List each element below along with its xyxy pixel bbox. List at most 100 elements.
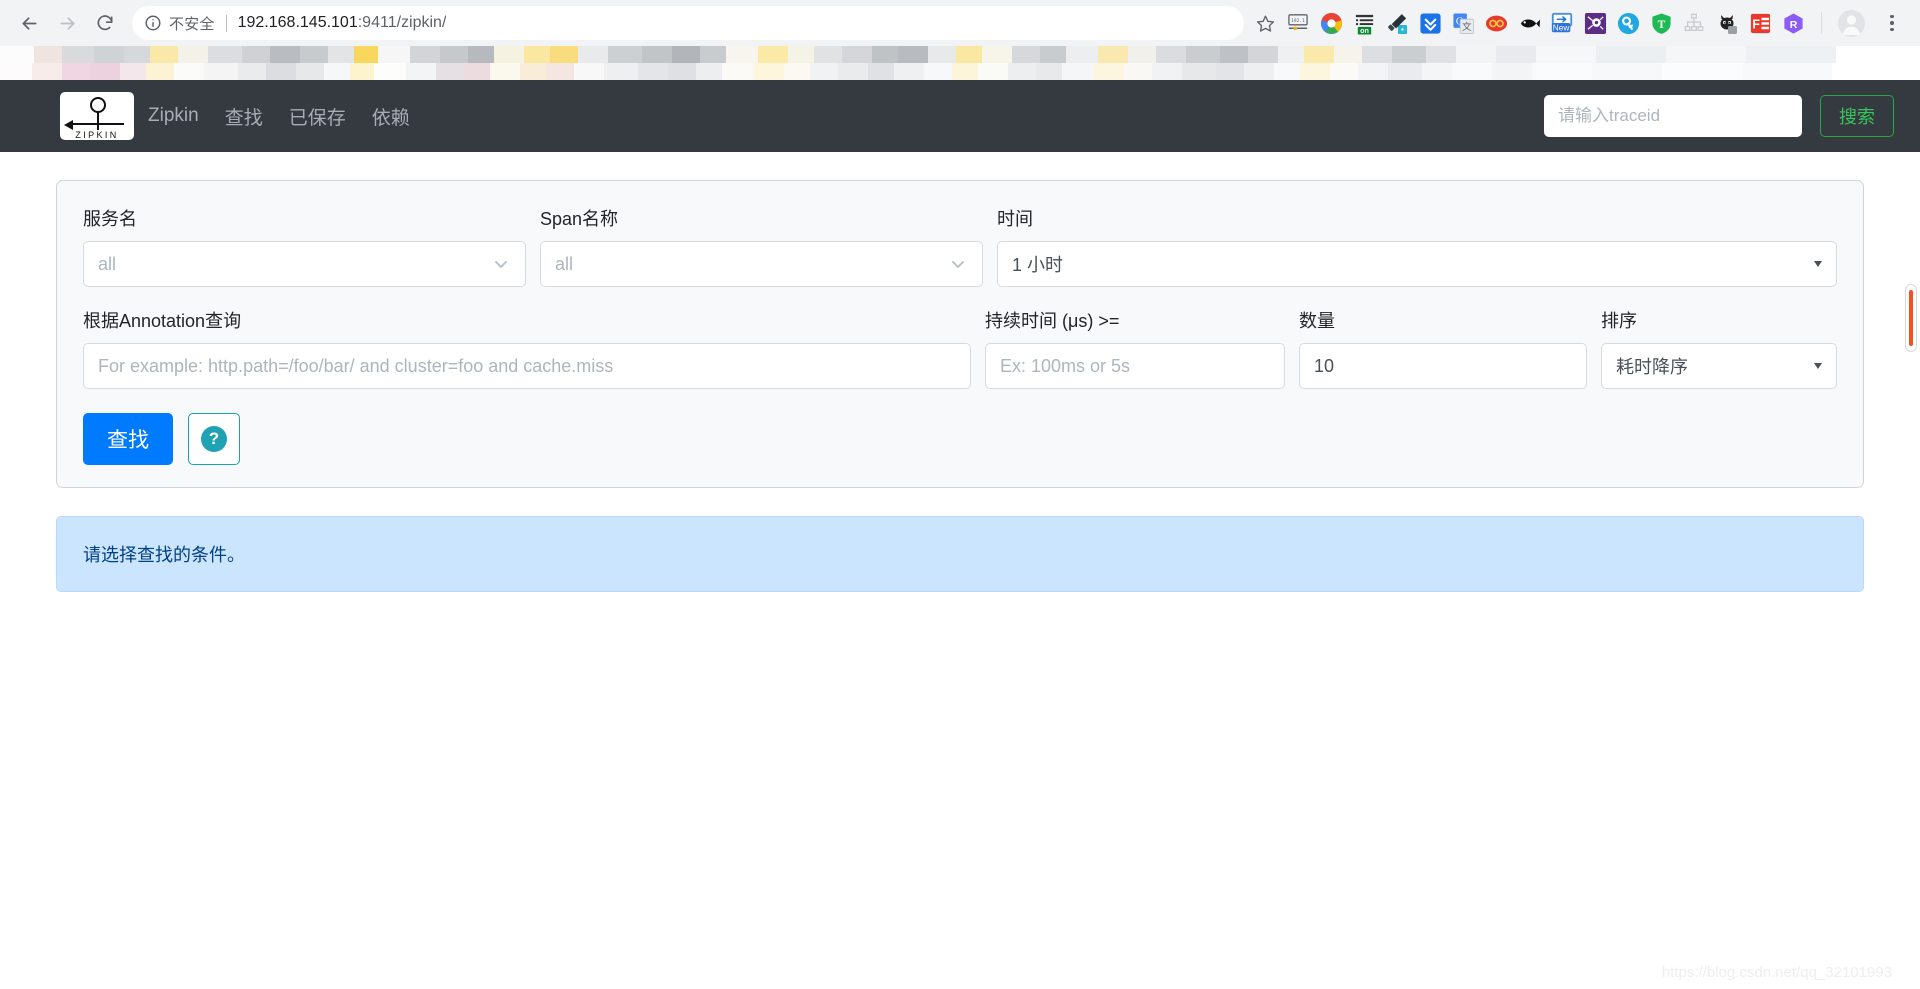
svg-text:T: T	[1657, 18, 1665, 30]
chevron-down-icon	[948, 254, 968, 274]
logo-arrow-line	[71, 123, 124, 126]
bookmarks-bar-blurred	[0, 46, 1920, 80]
search-form-row-1: 服务名 all Span名称 all 时间 1 小时	[83, 205, 1837, 287]
omnibox-divider	[225, 14, 227, 32]
address-bar[interactable]: 不安全 192.168.145.101:9411/zipkin/	[132, 6, 1244, 40]
bookmarks-blur-row-top	[0, 46, 1920, 63]
sort-label: 排序	[1601, 311, 1637, 331]
caret-down-icon	[1814, 363, 1822, 369]
onetab-extension-icon[interactable]: on	[1352, 11, 1376, 35]
span-name-label: Span名称	[540, 209, 619, 229]
fe-extension-icon[interactable]: F	[1748, 11, 1772, 35]
sort-field: 排序 耗时降序	[1601, 307, 1837, 389]
ip-display-extension-icon[interactable]: 192.1	[1286, 11, 1310, 35]
kebab-menu-icon[interactable]	[1878, 9, 1906, 37]
new-tab-extension-icon[interactable]: New	[1550, 11, 1574, 35]
chevron-down-icon	[491, 254, 511, 274]
svg-text:on: on	[1360, 27, 1369, 35]
sitemap-extension-icon[interactable]	[1682, 11, 1706, 35]
limit-field: 数量	[1299, 307, 1587, 389]
duration-field: 持续时间 (μs) >=	[985, 307, 1285, 389]
time-range-label: 时间	[997, 209, 1033, 229]
info-alert-message: 请选择查找的条件。	[83, 545, 245, 565]
infinity-extension-icon[interactable]	[1484, 11, 1508, 35]
zipkin-header: ZIPKIN Zipkin 查找 已保存 依赖 搜索	[0, 80, 1920, 152]
eyedropper-extension-icon[interactable]	[1385, 11, 1409, 35]
shield-t-extension-icon[interactable]: T	[1649, 11, 1673, 35]
info-alert: 请选择查找的条件。	[56, 516, 1864, 592]
nav-item-find[interactable]: 查找	[225, 103, 263, 130]
logo-arrow-head-icon	[64, 119, 73, 130]
service-name-value: all	[98, 253, 117, 274]
svg-text:文: 文	[1462, 21, 1472, 33]
nav-brand-zipkin[interactable]: Zipkin	[148, 105, 199, 127]
time-range-select[interactable]: 1 小时	[997, 241, 1837, 287]
logo-stem	[97, 111, 100, 130]
form-actions: 查找 ?	[83, 413, 1837, 465]
security-status-label: 不安全	[169, 15, 215, 33]
star-icon[interactable]	[1250, 8, 1280, 38]
service-name-field: 服务名 all	[83, 205, 526, 287]
annotation-query-input[interactable]	[98, 355, 956, 377]
service-name-select[interactable]: all	[83, 241, 526, 287]
fish-extension-icon[interactable]	[1517, 11, 1541, 35]
extensions-strip: 192.1 on G文 New T F R	[1286, 9, 1910, 37]
bookmarks-blur-row-bottom	[0, 63, 1920, 80]
key-extension-icon[interactable]	[1616, 11, 1640, 35]
svg-text:R: R	[1789, 18, 1797, 30]
color-wheel-extension-icon[interactable]	[1319, 11, 1343, 35]
url-text: 192.168.145.101:9411/zipkin/	[238, 14, 447, 32]
service-name-label: 服务名	[83, 209, 137, 229]
time-range-field: 时间 1 小时	[997, 205, 1837, 287]
annotation-query-input-wrap[interactable]	[83, 343, 971, 389]
annotation-query-field: 根据Annotation查询	[83, 307, 971, 389]
caret-down-icon	[1814, 261, 1822, 267]
find-button[interactable]: 查找	[83, 413, 173, 465]
annotation-query-label: 根据Annotation查询	[83, 311, 242, 331]
zipkin-nav: Zipkin 查找 已保存 依赖	[148, 103, 410, 130]
info-circle-icon	[144, 14, 162, 32]
spider-extension-icon[interactable]	[1583, 11, 1607, 35]
back-button[interactable]	[10, 4, 48, 42]
zipkin-logo[interactable]: ZIPKIN	[60, 92, 134, 140]
google-translate-extension-icon[interactable]: G文	[1451, 11, 1475, 35]
page-body: 服务名 all Span名称 all 时间 1 小时 根据Annotation查…	[0, 152, 1920, 592]
nav-item-dependencies[interactable]: 依赖	[372, 103, 410, 130]
duration-input-wrap[interactable]	[985, 343, 1285, 389]
span-name-value: all	[555, 253, 574, 274]
url-path: /zipkin/	[396, 14, 447, 31]
r-hex-extension-icon[interactable]: R	[1781, 11, 1805, 35]
url-host: 192.168.145.101	[237, 14, 358, 31]
logo-wordmark: ZIPKIN	[75, 130, 119, 140]
account-avatar-icon[interactable]	[1838, 9, 1865, 37]
search-panel: 服务名 all Span名称 all 时间 1 小时 根据Annotation查…	[56, 180, 1864, 488]
sort-select[interactable]: 耗时降序	[1601, 343, 1837, 389]
svg-text:192.1: 192.1	[1291, 18, 1305, 24]
duration-label: 持续时间 (μs) >=	[985, 311, 1120, 331]
nav-item-saved[interactable]: 已保存	[289, 103, 346, 130]
traceid-search-input[interactable]	[1544, 95, 1802, 137]
search-form-row-2: 根据Annotation查询 持续时间 (μs) >= 数量 排序	[83, 307, 1837, 389]
limit-label: 数量	[1299, 311, 1335, 331]
span-name-field: Span名称 all	[540, 205, 983, 287]
toolbar-divider	[1821, 12, 1822, 34]
forward-button[interactable]	[48, 4, 86, 42]
sort-value: 耗时降序	[1616, 357, 1688, 377]
watermark-text: https://blog.csdn.net/qq_32101993	[1661, 964, 1892, 981]
download-extension-icon[interactable]	[1418, 11, 1442, 35]
reload-button[interactable]	[86, 4, 124, 42]
github-cat-extension-icon[interactable]	[1715, 11, 1739, 35]
browser-toolbar: 不安全 192.168.145.101:9411/zipkin/ 192.1 o…	[0, 0, 1920, 46]
traceid-search-button[interactable]: 搜索	[1820, 95, 1894, 137]
limit-input[interactable]	[1314, 355, 1572, 377]
svg-text:F: F	[1752, 17, 1760, 31]
scrollbar-thumb[interactable]	[1909, 290, 1913, 346]
limit-input-wrap[interactable]	[1299, 343, 1587, 389]
help-button[interactable]: ?	[188, 413, 240, 465]
vertical-scrollbar[interactable]	[1905, 284, 1917, 352]
svg-text:New: New	[1553, 22, 1571, 32]
span-name-select[interactable]: all	[540, 241, 983, 287]
url-port: :9411	[357, 14, 397, 31]
duration-input[interactable]	[1000, 355, 1270, 377]
question-mark-icon: ?	[201, 426, 227, 452]
